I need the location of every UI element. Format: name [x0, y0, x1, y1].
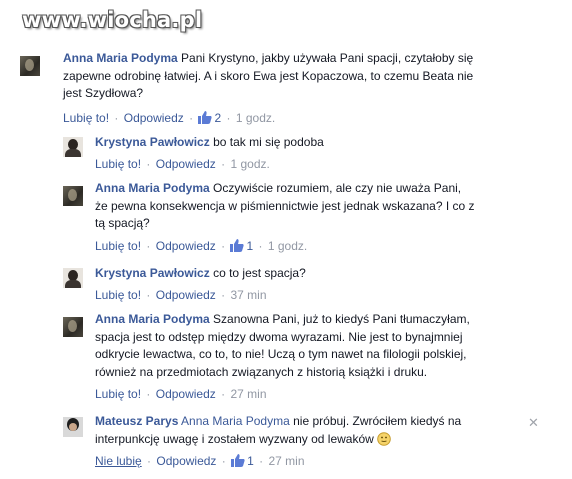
comment-actions: Lubię to! · Odpowiedz · 1 · 1 godz. [95, 239, 308, 253]
comment-text-line: Pani Krystyno, jakby używała Pani spacji… [181, 51, 474, 65]
like-count[interactable]: 1 [246, 239, 253, 253]
smile-emoji-icon [377, 431, 391, 446]
comment-body: Anna Maria Podyma Szanowna Pani, już to … [95, 311, 555, 381]
thumbs-up-icon [198, 111, 213, 124]
comment-thread: Anna Maria Podyma Pani Krystyno, jakby u… [0, 46, 572, 479]
like-button[interactable]: Lubię to! [95, 387, 141, 401]
comment-actions: Lubię to! · Odpowiedz · 37 min [95, 288, 267, 302]
avatar[interactable] [63, 186, 83, 206]
avatar[interactable] [20, 56, 40, 76]
unlike-button[interactable]: Nie lubię [95, 454, 142, 468]
reply-button[interactable]: Odpowiedz [156, 239, 216, 253]
comment-time[interactable]: 1 godz. [236, 111, 275, 125]
comment-author[interactable]: Krystyna Pawłowicz [95, 135, 210, 149]
avatar[interactable] [63, 268, 83, 288]
comment-time[interactable]: 1 godz. [230, 157, 269, 171]
comment-time[interactable]: 27 min [269, 454, 305, 468]
comment-text-line: że pewna konsekwencja w piśmiennictwie j… [95, 198, 475, 213]
comment-body: Krystyna Pawłowicz bo tak mi się podoba [95, 134, 535, 152]
reply-button[interactable]: Odpowiedz [156, 387, 216, 401]
comment-text-line: co to jest spacja? [213, 266, 306, 280]
comment-actions: Lubię to! · Odpowiedz · 1 godz. [95, 157, 270, 171]
like-button[interactable]: Lubię to! [95, 288, 141, 302]
reply-button[interactable]: Odpowiedz [124, 111, 184, 125]
comment-text-line: Szanowna Pani, już to kiedyś Pani tłumac… [213, 312, 470, 326]
reply-button[interactable]: Odpowiedz [156, 157, 216, 171]
comment-text-line: zapewne odrobinę łatwiej. A i skoro Ewa … [63, 68, 474, 83]
comment-time[interactable]: 1 godz. [268, 239, 307, 253]
avatar[interactable] [63, 137, 83, 157]
like-button[interactable]: Lubię to! [63, 111, 109, 125]
comment-author[interactable]: Krystyna Pawłowicz [95, 266, 210, 280]
comment-body: Mateusz Parys Anna Maria Podyma nie prób… [95, 413, 525, 448]
comment-text-line: również na przedmiotach związanych z his… [95, 364, 428, 379]
comment-text-line: bo tak mi się podoba [213, 135, 324, 149]
comment-text-line: interpunkcję uwagę i zostałem wyzwany od… [95, 431, 374, 446]
comment-text-line: Oczywiście rozumiem, ale czy nie uważa P… [213, 181, 462, 195]
comment-author[interactable]: Anna Maria Podyma [95, 181, 210, 195]
comment-text-line: tą spacją? [95, 216, 150, 230]
thumbs-up-icon [231, 454, 245, 467]
like-count[interactable]: 1 [247, 454, 254, 468]
thumbs-up-icon [230, 239, 245, 252]
comment-text-line: odkrycie lewactwa, co to, to nie! Uczą o… [95, 347, 467, 361]
comment-text-line: spacja jest to odstęp między dwoma wyraz… [95, 329, 463, 344]
comment-actions: Nie lubię · Odpowiedz · 1 · 27 min [95, 454, 305, 468]
comment-text-line: nie próbuj. Zwróciłem kiedyś na [293, 414, 462, 428]
comment-time[interactable]: 27 min [230, 387, 266, 401]
like-button[interactable]: Lubię to! [95, 239, 141, 253]
avatar[interactable] [63, 317, 83, 337]
mentioned-user[interactable]: Anna Maria Podyma [181, 414, 290, 428]
comment-text-line: jest Szydłowa? [63, 86, 144, 100]
watermark-text: www.wiocha.pl [22, 8, 203, 32]
comment-actions: Lubię to! · Odpowiedz · 2 · 1 godz. [63, 111, 276, 125]
reply-button[interactable]: Odpowiedz [156, 288, 216, 302]
comment-author[interactable]: Anna Maria Podyma [63, 51, 178, 65]
comment-author[interactable]: Mateusz Parys [95, 414, 178, 428]
comment-actions: Lubię to! · Odpowiedz · 27 min [95, 387, 267, 401]
comment-body: Anna Maria Podyma Oczywiście rozumiem, a… [95, 180, 555, 233]
avatar[interactable] [63, 417, 83, 437]
comment-author[interactable]: Anna Maria Podyma [95, 312, 210, 326]
like-count[interactable]: 2 [214, 111, 221, 125]
close-icon[interactable]: ✕ [528, 416, 539, 429]
like-button[interactable]: Lubię to! [95, 157, 141, 171]
comment-body: Krystyna Pawłowicz co to jest spacja? [95, 265, 535, 283]
site-watermark: www.wiocha.pl [0, 0, 572, 52]
comment-body: Anna Maria Podyma Pani Krystyno, jakby u… [63, 50, 553, 103]
comment-time[interactable]: 37 min [230, 288, 266, 302]
reply-button[interactable]: Odpowiedz [156, 454, 216, 468]
